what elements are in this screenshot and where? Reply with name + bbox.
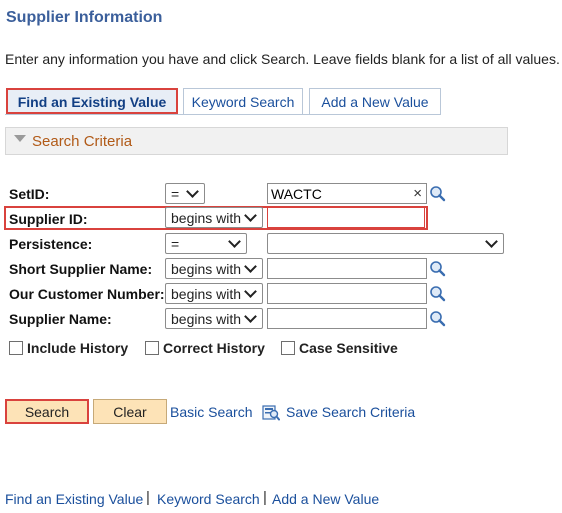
correct-history-option[interactable]: Correct History	[145, 340, 265, 356]
setid-input[interactable]: WACTC ×	[267, 183, 427, 204]
our-customer-number-operator-value: begins with	[171, 285, 242, 302]
tab-keyword-search[interactable]: Keyword Search	[183, 88, 303, 114]
footer-separator: |	[146, 489, 150, 506]
clear-field-icon[interactable]: ×	[413, 185, 422, 202]
chevron-down-icon	[485, 234, 498, 248]
our-customer-number-input[interactable]	[267, 283, 427, 304]
basic-search-link[interactable]: Basic Search	[170, 404, 252, 420]
collapse-triangle-icon[interactable]	[14, 134, 26, 142]
our-customer-number-label: Our Customer Number:	[9, 286, 165, 302]
short-supplier-name-operator-value: begins with	[171, 260, 242, 277]
supplier-id-operator-value: begins with	[171, 209, 242, 226]
magnifier-icon[interactable]	[429, 185, 446, 202]
supplier-name-input[interactable]	[267, 308, 427, 329]
include-history-label: Include History	[27, 340, 129, 356]
magnifier-icon[interactable]	[429, 260, 446, 277]
case-sensitive-checkbox[interactable]	[281, 341, 295, 355]
instructions-text: Enter any information you have and click…	[5, 51, 560, 67]
footer-separator: |	[263, 489, 267, 506]
correct-history-label: Correct History	[163, 340, 265, 356]
chevron-down-icon	[244, 309, 257, 323]
search-criteria-label: Search Criteria	[32, 132, 133, 150]
our-customer-number-operator-select[interactable]: begins with	[165, 283, 263, 304]
case-sensitive-option[interactable]: Case Sensitive	[281, 340, 398, 356]
tab-divider	[5, 114, 441, 115]
footer-link-add-new-value[interactable]: Add a New Value	[272, 491, 379, 507]
setid-operator-value: =	[171, 185, 180, 202]
chevron-down-icon	[228, 234, 241, 248]
footer-link-keyword-search[interactable]: Keyword Search	[157, 491, 260, 507]
clear-button[interactable]: Clear	[93, 399, 167, 424]
setid-label: SetID:	[9, 186, 50, 202]
footer-link-find-existing-value[interactable]: Find an Existing Value	[5, 491, 143, 507]
supplier-id-label: Supplier ID:	[9, 211, 88, 227]
persistence-label: Persistence:	[9, 236, 93, 252]
supplier-id-input[interactable]	[267, 207, 425, 228]
supplier-id-operator-select[interactable]: begins with	[165, 207, 263, 228]
tab-find-existing-value[interactable]: Find an Existing Value	[6, 88, 178, 114]
setid-operator-select[interactable]: =	[165, 183, 205, 204]
chevron-down-icon	[244, 259, 257, 273]
tab-add-new-value[interactable]: Add a New Value	[309, 88, 441, 114]
chevron-down-icon	[244, 284, 257, 298]
short-supplier-name-label: Short Supplier Name:	[9, 261, 153, 277]
search-criteria-header[interactable]: Search Criteria	[5, 127, 508, 155]
short-supplier-name-operator-select[interactable]: begins with	[165, 258, 263, 279]
chevron-down-icon	[186, 184, 199, 198]
save-search-criteria-link[interactable]: Save Search Criteria	[286, 404, 415, 420]
correct-history-checkbox[interactable]	[145, 341, 159, 355]
case-sensitive-label: Case Sensitive	[299, 340, 398, 356]
include-history-checkbox[interactable]	[9, 341, 23, 355]
supplier-name-label: Supplier Name:	[9, 311, 112, 327]
persistence-operator-select[interactable]: =	[165, 233, 247, 254]
supplier-name-operator-value: begins with	[171, 310, 242, 327]
persistence-operator-value: =	[171, 235, 180, 252]
chevron-down-icon	[244, 208, 257, 222]
persistence-value-select[interactable]	[267, 233, 504, 254]
page-title: Supplier Information	[6, 9, 163, 26]
supplier-name-operator-select[interactable]: begins with	[165, 308, 263, 329]
magnifier-icon[interactable]	[429, 285, 446, 302]
search-button[interactable]: Search	[5, 399, 89, 424]
magnifier-icon[interactable]	[429, 310, 446, 327]
setid-input-value: WACTC	[271, 185, 322, 202]
short-supplier-name-input[interactable]	[267, 258, 427, 279]
save-search-icon[interactable]	[262, 403, 280, 421]
include-history-option[interactable]: Include History	[9, 340, 128, 356]
